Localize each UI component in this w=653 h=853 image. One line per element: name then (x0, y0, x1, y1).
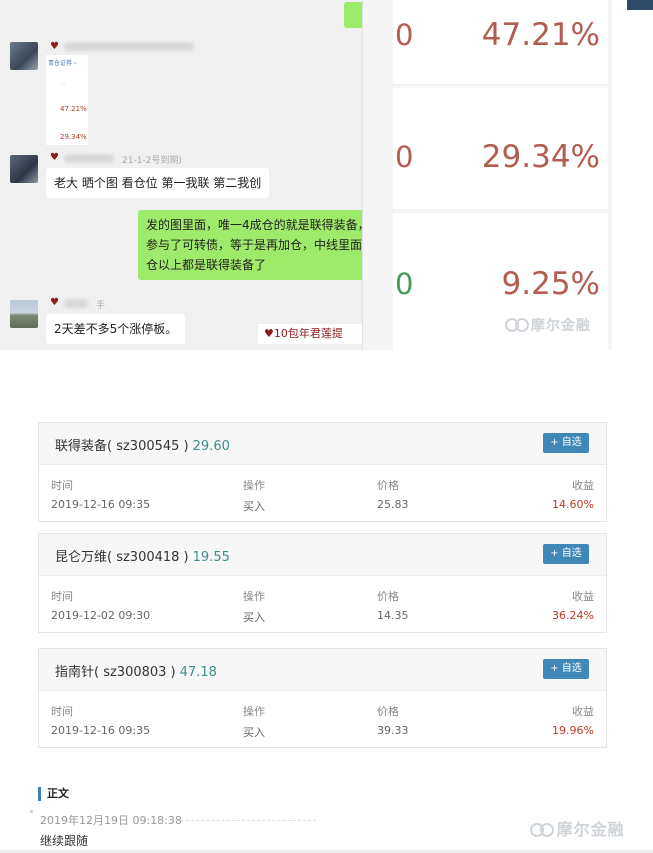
add-watchlist-button[interactable]: + 自选 (543, 659, 589, 679)
post-body: 继续跟随 (40, 834, 89, 848)
watermark: 摩尔金融 (505, 315, 591, 335)
redacted-sender-name (64, 42, 194, 51)
trade-op: 买入 (243, 500, 265, 513)
trade-profit: 14.60% (552, 498, 594, 511)
col-time-header: 时间 (51, 705, 73, 718)
watermark-logo-icon (515, 318, 529, 332)
add-watchlist-button[interactable]: + 自选 (543, 544, 589, 564)
trade-price: 25.83 (377, 498, 409, 511)
trade-profit: 19.96% (552, 724, 594, 737)
trade-profit: 36.24% (552, 609, 594, 622)
trade-op: 买入 (243, 726, 265, 739)
col-op-header: 操作 (243, 590, 265, 603)
trade-op: 买入 (243, 611, 265, 624)
stock-name[interactable]: 昆仑万维( sz300418 ) (55, 550, 189, 565)
chat-message: 2天差不多5个涨停板。 (46, 314, 186, 344)
trade-time: 2019-12-02 09:30 (51, 609, 151, 622)
chat-window: ♥ 青仓证券 › ··· 47.21% 29.34% ♥ 21-1-2号到期) … (0, 0, 370, 350)
timeline-dot (30, 810, 33, 813)
stock-card: 昆仑万维( sz300418 ) 19.55 + 自选 时间 操作 价格 收益 2… (38, 533, 607, 633)
trade-time: 2019-12-16 09:35 (51, 724, 151, 737)
member-tag: ♥10包年君莲提 (257, 323, 370, 345)
stock-title[interactable]: 指南针( sz300803 ) 47.18 (55, 661, 217, 680)
stock-card: 联得装备( sz300545 ) 29.60 + 自选 时间 操作 价格 收益 2… (38, 422, 607, 522)
avatar (10, 155, 38, 183)
card-row-placeholder: ··· (60, 81, 66, 88)
percent-value: 47.21% (481, 17, 600, 53)
percent-value: 29.34% (481, 139, 600, 175)
redacted-sender-name (64, 299, 88, 308)
redacted-sender-name (64, 154, 114, 163)
stock-card: 指南针( sz300803 ) 47.18 + 自选 时间 操作 价格 收益 20… (38, 648, 607, 748)
col-profit-header: 收益 (572, 590, 594, 603)
add-watchlist-button[interactable]: + 自选 (543, 433, 589, 453)
stock-current-price: 19.55 (192, 550, 230, 565)
heart-icon: ♥ (50, 41, 59, 52)
section-title: 正文 (38, 787, 69, 801)
trade-time: 2019-12-16 09:35 (51, 498, 151, 511)
percent-value: 9.25% (501, 266, 600, 302)
sender-meta: 21-1-2号到期) (122, 156, 182, 166)
post-date: 2019年12月19日 09:18:38 (40, 814, 182, 827)
col-op-header: 操作 (243, 479, 265, 492)
position-percent-panel: 0 47.21% 0 29.34% 0 9.25% 摩尔金融 (362, 0, 612, 350)
col-time-header: 时间 (51, 590, 73, 603)
col-op-header: 操作 (243, 705, 265, 718)
sent-bubble-fragment (344, 2, 364, 28)
watermark-logo-icon (540, 823, 554, 837)
percent-row: 0 29.34% (393, 88, 608, 210)
percent-row-left: 0 (395, 140, 414, 174)
percent-row: 0 9.25% 摩尔金融 (393, 213, 608, 350)
card-percent: 29.34% (60, 133, 87, 141)
stock-card-header: 联得装备( sz300545 ) 29.60 + 自选 (39, 423, 606, 465)
card-percent: 47.21% (60, 105, 87, 113)
sender-meta: 手 (96, 301, 106, 311)
corner-fragment (627, 0, 653, 10)
col-price-header: 价格 (377, 479, 399, 492)
stock-card-header: 昆仑万维( sz300418 ) 19.55 + 自选 (39, 534, 606, 576)
stock-name[interactable]: 指南针( sz300803 ) (55, 665, 176, 680)
trade-price: 39.33 (377, 724, 409, 737)
col-time-header: 时间 (51, 479, 73, 492)
stock-name[interactable]: 联得装备( sz300545 ) (55, 439, 189, 454)
percent-row-left: 0 (395, 18, 414, 52)
shared-screenshot: ♥ 青仓证券 › ··· 47.21% 29.34% ♥ 21-1-2号到期) … (0, 0, 653, 350)
col-price-header: 价格 (377, 590, 399, 603)
avatar (10, 300, 38, 328)
heart-icon: ♥ (264, 327, 274, 340)
trade-price: 14.35 (377, 609, 409, 622)
stock-current-price: 29.60 (192, 439, 230, 454)
watermark: 摩尔金融 (530, 816, 625, 840)
percent-row: 0 47.21% (393, 0, 608, 85)
divider (176, 820, 316, 821)
stock-card-header: 指南针( sz300803 ) 47.18 + 自选 (39, 649, 606, 691)
member-tag-label: 10包年君莲提 (273, 327, 343, 340)
col-profit-header: 收益 (572, 479, 594, 492)
stock-title[interactable]: 联得装备( sz300545 ) 29.60 (55, 435, 230, 454)
chat-message-self: 发的图里面，唯一4成仓的就是联得装备，参与了可转债，等于是再加仓，中线里面3仓以… (138, 210, 370, 280)
shared-position-card: 青仓证券 › ··· 47.21% 29.34% (46, 55, 88, 145)
col-profit-header: 收益 (572, 705, 594, 718)
chat-message: 老大 晒个图 看仓位 第一我联 第二我创 (46, 168, 270, 198)
percent-row-left: 0 (395, 267, 414, 301)
stock-title[interactable]: 昆仑万维( sz300418 ) 19.55 (55, 546, 230, 565)
card-link: 青仓证券 › (48, 60, 77, 67)
avatar (10, 42, 38, 70)
heart-icon: ♥ (50, 152, 59, 163)
heart-icon: ♥ (50, 297, 59, 308)
stock-current-price: 47.18 (179, 665, 217, 680)
col-price-header: 价格 (377, 705, 399, 718)
